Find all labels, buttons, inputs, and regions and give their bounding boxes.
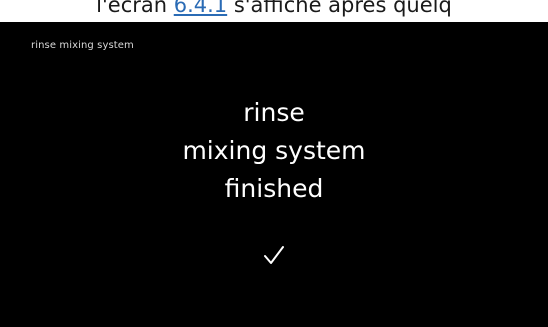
message-line-1: rinse: [243, 98, 305, 127]
checkmark-icon: [0, 236, 548, 272]
caption-suffix: s'affiche après quelq: [227, 0, 452, 17]
document-caption: l'écran 6.4.1 s'affiche après quelq: [0, 0, 548, 22]
screen-title: rinse mixing system: [31, 40, 134, 51]
caption-link[interactable]: 6.4.1: [174, 0, 227, 17]
message-line-3: finished: [224, 174, 324, 203]
message-line-2: mixing system: [182, 136, 366, 165]
status-message: rinse mixing system finished: [0, 94, 548, 208]
device-screen: rinse mixing system rinse mixing system …: [0, 22, 548, 327]
caption-prefix: l'écran: [96, 0, 174, 17]
